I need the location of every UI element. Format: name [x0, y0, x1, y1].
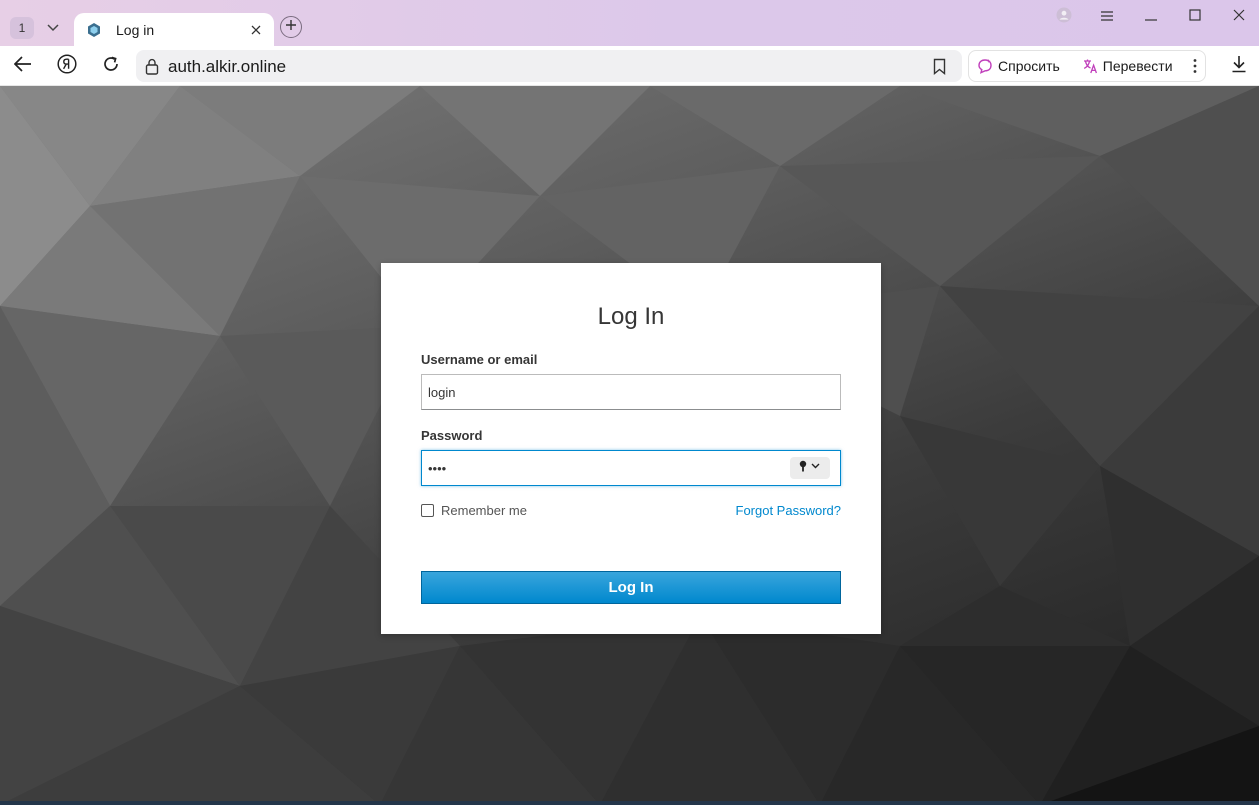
back-icon — [13, 55, 32, 77]
ask-icon — [978, 59, 992, 74]
chevron-down-icon — [47, 19, 59, 37]
close-window-button[interactable] — [1225, 6, 1253, 28]
key-icon — [798, 459, 822, 477]
yandex-icon — [57, 53, 77, 79]
maximize-icon — [1189, 8, 1201, 26]
browser-menu-button[interactable] — [1093, 6, 1121, 28]
translate-label: Перевести — [1102, 58, 1173, 74]
reload-icon — [102, 55, 120, 78]
username-label: Username or email — [421, 352, 538, 367]
ask-button[interactable]: Спросить — [969, 51, 1068, 81]
site-favicon-icon — [86, 22, 102, 38]
url-text: auth.alkir.online — [168, 57, 287, 76]
plus-icon — [285, 18, 297, 36]
more-icon[interactable] — [1185, 51, 1205, 81]
tab-counter-value: 1 — [18, 21, 26, 35]
close-window-icon — [1233, 8, 1245, 26]
yandex-button[interactable] — [52, 52, 82, 80]
password-input[interactable] — [421, 450, 841, 486]
translate-button[interactable]: Перевести — [1074, 51, 1181, 81]
page-content: Log In Username or email Password Rememb… — [0, 86, 1259, 805]
password-label: Password — [421, 428, 483, 443]
login-button[interactable]: Log In — [421, 571, 841, 604]
maximize-button[interactable] — [1181, 6, 1209, 28]
close-icon[interactable] — [246, 20, 266, 40]
address-bar[interactable]: auth.alkir.online — [136, 50, 962, 82]
download-button[interactable] — [1224, 52, 1254, 80]
tab-title: Log in — [116, 21, 155, 38]
menu-icon — [1101, 8, 1113, 26]
minimize-button[interactable] — [1137, 6, 1165, 28]
profile-button[interactable] — [1050, 6, 1078, 28]
minimize-icon — [1145, 8, 1157, 26]
profile-icon — [1056, 7, 1072, 28]
browser-tab[interactable]: Log in — [74, 13, 274, 46]
remember-me[interactable]: Remember me — [421, 503, 527, 518]
ask-label: Спросить — [998, 58, 1060, 74]
reload-button[interactable] — [96, 52, 126, 80]
password-manager-button[interactable] — [790, 457, 830, 479]
download-icon — [1231, 55, 1247, 78]
login-card: Log In Username or email Password Rememb… — [381, 263, 881, 634]
translate-icon — [1083, 59, 1097, 74]
lock-icon[interactable] — [144, 57, 160, 75]
remember-label: Remember me — [441, 503, 527, 518]
tab-counter[interactable]: 1 — [10, 17, 34, 39]
username-input[interactable] — [421, 374, 841, 410]
login-title: Log In — [597, 303, 665, 330]
browser-titlebar: 1 Log in — [0, 0, 1259, 46]
remember-checkbox[interactable] — [421, 504, 434, 517]
tab-list-button[interactable] — [40, 17, 66, 39]
browser-toolbar: auth.alkir.online Спросить Перевести — [0, 46, 1259, 86]
back-button[interactable] — [8, 52, 38, 80]
page-bottom-strip — [0, 801, 1259, 805]
assistant-panel: Спросить Перевести — [968, 50, 1206, 82]
bookmark-icon[interactable] — [930, 57, 948, 75]
new-tab-button[interactable] — [280, 16, 302, 38]
forgot-password-link[interactable]: Forgot Password? — [736, 503, 842, 518]
